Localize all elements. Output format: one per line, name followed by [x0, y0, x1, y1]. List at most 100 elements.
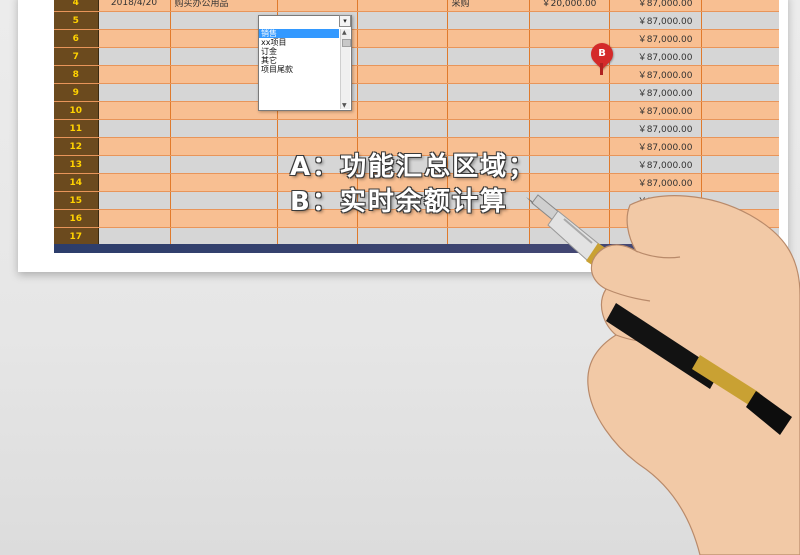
cell-project[interactable]	[357, 101, 448, 120]
annotation-a: A：功能汇总区域；	[290, 152, 537, 182]
cell-description[interactable]	[170, 227, 278, 244]
cell-category[interactable]	[447, 65, 530, 84]
cell-category[interactable]	[447, 119, 530, 138]
cell-category[interactable]	[447, 11, 530, 30]
cell-balance[interactable]: ￥87,000.00	[609, 29, 702, 48]
cell-amount[interactable]	[529, 11, 610, 30]
row-number: 13	[54, 155, 99, 174]
cell-date[interactable]: 2018/4/20	[98, 0, 171, 12]
table-row: 6 ￥87,000.00	[54, 29, 779, 48]
cell-project[interactable]	[357, 11, 448, 30]
cell-project[interactable]	[357, 0, 448, 12]
cell-description[interactable]: 购买办公用品	[170, 0, 278, 12]
table-row: 9 ￥87,000.00	[54, 83, 779, 102]
cell-description[interactable]	[170, 173, 278, 192]
cell-balance[interactable]: ￥87,000.00	[609, 0, 702, 12]
row-number: 16	[54, 209, 99, 228]
cell-amount[interactable]	[529, 155, 610, 174]
row-number: 6	[54, 29, 99, 48]
annotation-b: B：实时余额计算	[290, 187, 508, 217]
dropdown-option[interactable]: 销售	[259, 29, 339, 38]
cell-type[interactable]	[277, 0, 358, 12]
cell-date[interactable]	[98, 29, 171, 48]
cell-project[interactable]	[357, 65, 448, 84]
cell-amount[interactable]	[529, 83, 610, 102]
dropdown-options: 销售 xx项目 订金 其它 项目尾款	[259, 29, 339, 74]
cell-date[interactable]	[98, 83, 171, 102]
row-number: 8	[54, 65, 99, 84]
row-number: 14	[54, 173, 99, 192]
cell-date[interactable]	[98, 119, 171, 138]
cell-extra[interactable]	[701, 0, 779, 12]
table-row: 4 2018/4/20 购买办公用品 采购 ￥20,000.00 ￥87,000.00	[54, 0, 779, 12]
cell-amount[interactable]	[529, 65, 610, 84]
cell-balance[interactable]: ￥87,000.00	[609, 83, 702, 102]
scroll-down-icon[interactable]: ▼	[342, 102, 347, 109]
cell-description[interactable]	[170, 155, 278, 174]
cell-extra[interactable]	[701, 83, 779, 102]
dropdown-option[interactable]: 项目尾款	[259, 65, 339, 74]
cell-category[interactable]	[447, 29, 530, 48]
cell-category[interactable]	[447, 101, 530, 120]
cell-date[interactable]	[98, 191, 171, 210]
row-number: 17	[54, 227, 99, 244]
cell-amount[interactable]	[529, 119, 610, 138]
cell-amount[interactable]	[529, 137, 610, 156]
dropdown-option[interactable]: xx项目	[259, 38, 339, 47]
cell-description[interactable]	[170, 191, 278, 210]
cell-project[interactable]	[357, 83, 448, 102]
dropdown-scrollbar[interactable]: ▲ ▼	[340, 29, 351, 109]
cell-type[interactable]	[277, 227, 358, 244]
cell-category[interactable]	[447, 83, 530, 102]
cell-extra[interactable]	[701, 47, 779, 66]
cell-extra[interactable]	[701, 29, 779, 48]
cell-description[interactable]	[170, 137, 278, 156]
cell-extra[interactable]	[701, 119, 779, 138]
cell-project[interactable]	[357, 47, 448, 66]
row-number: 5	[54, 11, 99, 30]
cell-date[interactable]	[98, 137, 171, 156]
cell-date[interactable]	[98, 209, 171, 228]
cell-description[interactable]	[170, 209, 278, 228]
cell-extra[interactable]	[701, 65, 779, 84]
cell-amount[interactable]	[529, 101, 610, 120]
cell-balance[interactable]: ￥87,000.00	[609, 101, 702, 120]
cell-category[interactable]	[447, 227, 530, 244]
cell-description[interactable]	[170, 119, 278, 138]
category-dropdown-list[interactable]: 销售 xx项目 订金 其它 项目尾款 ▲ ▼	[258, 15, 352, 111]
cell-extra[interactable]	[701, 11, 779, 30]
dropdown-arrow-icon[interactable]: ▾	[339, 15, 351, 27]
cell-type[interactable]	[277, 119, 358, 138]
cell-balance[interactable]: ￥87,000.00	[609, 137, 702, 156]
cell-project[interactable]	[357, 119, 448, 138]
cell-balance[interactable]: ￥87,000.00	[609, 119, 702, 138]
cell-date[interactable]	[98, 11, 171, 30]
cell-extra[interactable]	[701, 101, 779, 120]
marker-label: B	[598, 48, 606, 59]
row-number: 11	[54, 119, 99, 138]
cell-extra[interactable]	[701, 155, 779, 174]
cell-date[interactable]	[98, 173, 171, 192]
row-number: 7	[54, 47, 99, 66]
cell-amount[interactable]: ￥20,000.00	[529, 0, 610, 12]
cell-category[interactable]: 采购	[447, 0, 530, 12]
cell-balance[interactable]: ￥87,000.00	[609, 65, 702, 84]
dropdown-option[interactable]: 订金	[259, 47, 339, 56]
cell-date[interactable]	[98, 155, 171, 174]
cell-balance[interactable]: ￥87,000.00	[609, 11, 702, 30]
cell-balance[interactable]: ￥87,000.00	[609, 47, 702, 66]
row-number: 9	[54, 83, 99, 102]
marker-tail	[600, 63, 603, 75]
cell-date[interactable]	[98, 65, 171, 84]
cell-date[interactable]	[98, 101, 171, 120]
dropdown-option[interactable]: 其它	[259, 56, 339, 65]
cell-project[interactable]	[357, 227, 448, 244]
cell-extra[interactable]	[701, 137, 779, 156]
cell-date[interactable]	[98, 47, 171, 66]
scroll-thumb[interactable]	[342, 39, 351, 47]
cell-date[interactable]	[98, 227, 171, 244]
scroll-up-icon[interactable]: ▲	[342, 29, 347, 36]
cell-project[interactable]	[357, 29, 448, 48]
cell-balance[interactable]: ￥87,000.00	[609, 155, 702, 174]
cell-category[interactable]	[447, 47, 530, 66]
